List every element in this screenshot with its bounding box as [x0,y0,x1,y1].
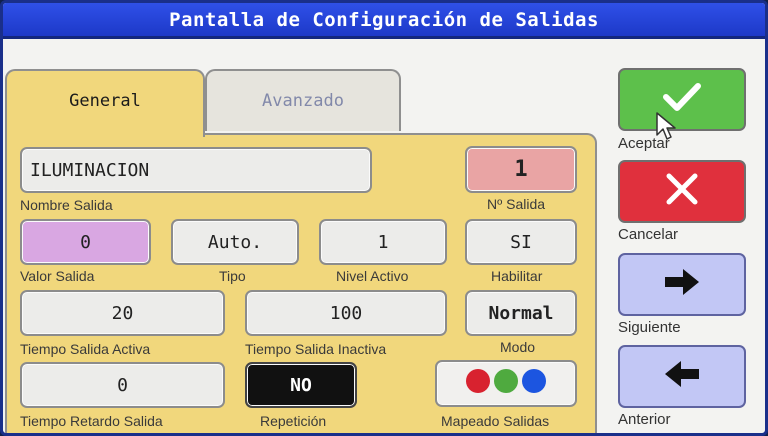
modo-value: Normal [488,302,554,324]
habilitar-value: SI [510,231,532,253]
modo-field[interactable]: Normal [465,290,577,336]
nivel-activo-value: 1 [377,231,389,253]
tab-general[interactable]: General [5,69,205,137]
mapeado-salidas-label: Mapeado Salidas [441,413,550,429]
nombre-salida-field[interactable]: ILUMINACION [20,147,372,193]
config-screen: Pantalla de Configuración de Salidas Gen… [0,0,768,436]
cancel-button[interactable] [618,160,746,223]
tiempo-retardo-salida-value: 0 [117,374,128,396]
next-label: Siguiente [618,319,681,336]
num-salida-value: 1 [514,157,528,182]
window-title: Pantalla de Configuración de Salidas [169,8,599,31]
num-salida-field[interactable]: 1 [465,146,577,193]
valor-salida-value: 0 [80,231,91,253]
tiempo-salida-inactiva-value: 100 [329,302,363,324]
repeticion-label: Repetición [260,413,327,429]
num-salida-label: Nº Salida [487,196,546,212]
title-bar: Pantalla de Configuración de Salidas [3,3,765,39]
tipo-value: Auto. [207,231,263,253]
tipo-label: Tipo [219,268,246,284]
previous-label: Anterior [618,411,671,428]
tab-general-label: General [69,91,141,111]
nombre-salida-value: ILUMINACION [30,159,150,181]
arrow-right-icon [663,267,701,302]
tiempo-retardo-salida-label: Tiempo Retardo Salida [20,413,163,429]
valor-salida-field[interactable]: 0 [20,219,151,265]
next-button[interactable] [618,253,746,316]
nivel-activo-label: Nivel Activo [336,268,409,284]
mapeado-dot-1 [466,369,490,393]
mapeado-dot-2 [494,369,518,393]
tiempo-salida-inactiva-label: Tiempo Salida Inactiva [245,341,387,357]
repeticion-value: NO [290,374,312,396]
accept-button[interactable] [618,68,746,131]
close-icon [664,171,700,212]
repeticion-field[interactable]: NO [245,362,357,408]
tiempo-retardo-salida-field[interactable]: 0 [20,362,225,408]
tiempo-salida-activa-field[interactable]: 20 [20,290,225,336]
arrow-left-icon [663,359,701,394]
tiempo-salida-activa-label: Tiempo Salida Activa [20,341,151,357]
mapeado-salidas-button[interactable] [435,360,577,407]
valor-salida-label: Valor Salida [20,268,95,284]
modo-label: Modo [500,339,536,355]
habilitar-label: Habilitar [491,268,543,284]
cancel-label: Cancelar [618,226,679,243]
nombre-salida-label: Nombre Salida [20,197,113,213]
tab-avanzado-label: Avanzado [262,91,344,111]
mouse-cursor-icon [655,111,677,146]
tiempo-salida-inactiva-field[interactable]: 100 [245,290,447,336]
habilitar-field[interactable]: SI [465,219,577,265]
nivel-activo-field[interactable]: 1 [319,219,447,265]
previous-button[interactable] [618,345,746,408]
tipo-field[interactable]: Auto. [171,219,299,265]
mapeado-dots [464,369,548,398]
mapeado-dot-3 [522,369,546,393]
tiempo-salida-activa-value: 20 [111,302,134,324]
tab-avanzado[interactable]: Avanzado [205,69,401,131]
